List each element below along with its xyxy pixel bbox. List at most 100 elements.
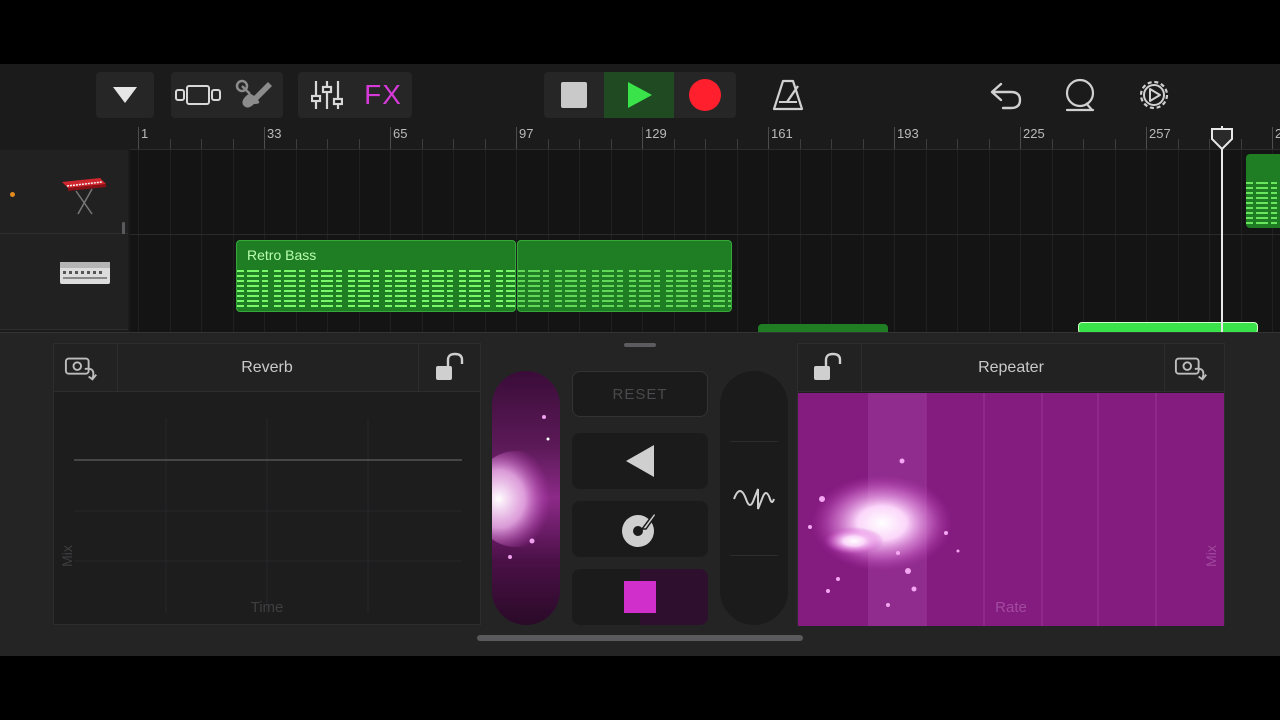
ruler-subtick bbox=[1083, 139, 1084, 149]
instrument-button[interactable] bbox=[227, 72, 283, 118]
fx-right-title: Repeater bbox=[978, 359, 1044, 376]
ruler-subtick bbox=[547, 139, 549, 149]
fx-swap-icon bbox=[1174, 357, 1207, 381]
fx-left-y-axis: Mix bbox=[58, 545, 75, 567]
filter-glow bbox=[492, 415, 560, 559]
track-header-keyboard[interactable] bbox=[0, 150, 128, 234]
fx-button[interactable]: FX bbox=[355, 72, 411, 118]
ruler-tick bbox=[1020, 127, 1021, 149]
ruler-tick bbox=[894, 127, 895, 149]
unlock-icon bbox=[436, 352, 464, 380]
fx-filter-slider[interactable] bbox=[492, 371, 560, 625]
filter-wave-icon bbox=[733, 488, 775, 510]
play-button[interactable] bbox=[604, 72, 674, 118]
lane-grid-line bbox=[957, 150, 958, 332]
mixer-icon bbox=[311, 81, 343, 109]
track-lanes[interactable]: Retro Bass bbox=[130, 150, 1280, 336]
header-divider bbox=[418, 344, 419, 392]
fx-xy-pad-right[interactable]: Mix Rate bbox=[798, 393, 1224, 626]
fx-xy-pad-left[interactable]: Mix Time bbox=[54, 393, 480, 626]
ruler-bar-number: 257 bbox=[1149, 126, 1171, 141]
ruler-subtick bbox=[925, 139, 927, 149]
fx-pad-left: Reverb Mix Time bbox=[53, 343, 481, 625]
lane-grid-line bbox=[138, 150, 139, 332]
lane-grid-line bbox=[201, 150, 202, 332]
lane-divider bbox=[130, 234, 1280, 235]
tracks-view-button[interactable] bbox=[171, 72, 227, 118]
region-retro-bass-loop[interactable] bbox=[517, 240, 732, 312]
ruler-subtick bbox=[358, 139, 360, 149]
scratch-button[interactable] bbox=[572, 501, 708, 557]
region-keyboard[interactable] bbox=[1246, 154, 1280, 228]
lane-grid-line bbox=[1146, 150, 1147, 332]
lane-grid-line bbox=[831, 150, 832, 332]
tracks-area: Retro Bass bbox=[0, 150, 1280, 336]
fx-pad-right-header: Repeater bbox=[798, 344, 1224, 392]
pad-grid bbox=[74, 418, 462, 613]
fx-orbit-slider[interactable] bbox=[720, 371, 788, 625]
ruler-subtick bbox=[327, 139, 328, 149]
stop-icon bbox=[561, 82, 587, 108]
metronome-icon bbox=[772, 79, 804, 111]
lane-grid-line bbox=[1177, 150, 1179, 332]
ruler-bar-number: 129 bbox=[645, 126, 667, 141]
lane-grid-line bbox=[232, 150, 234, 332]
ruler-subtick bbox=[673, 139, 675, 149]
lock-left-button[interactable] bbox=[432, 352, 468, 384]
region-notes bbox=[237, 267, 515, 307]
reset-label: RESET bbox=[612, 385, 668, 403]
lane-grid-line bbox=[768, 150, 769, 332]
fx-right-x-axis: Rate bbox=[995, 599, 1027, 616]
playhead-handle[interactable] bbox=[1211, 128, 1233, 150]
ruler-bar-number: 193 bbox=[897, 126, 919, 141]
stop-button[interactable] bbox=[544, 72, 604, 118]
fx-pad-right: Repeater Mix Rate bbox=[797, 343, 1225, 626]
panel-grabber[interactable] bbox=[624, 343, 656, 347]
mixer-button[interactable] bbox=[299, 72, 355, 118]
control-bar: FX bbox=[0, 64, 1280, 126]
metronome-button[interactable] bbox=[764, 72, 812, 118]
region-retro-bass[interactable]: Retro Bass bbox=[236, 240, 516, 312]
ruler-tick bbox=[264, 127, 265, 149]
gate-stop-icon bbox=[624, 581, 656, 613]
ruler-subtick bbox=[1240, 139, 1242, 149]
panel-scrollbar[interactable] bbox=[477, 635, 803, 641]
mixer-fx-group: FX bbox=[298, 72, 412, 118]
playhead-line bbox=[1221, 126, 1223, 332]
ruler-subtick bbox=[988, 139, 990, 149]
ruler-subtick bbox=[1209, 139, 1210, 149]
reverse-icon bbox=[626, 445, 654, 477]
transport-group bbox=[544, 72, 736, 118]
gate-button[interactable] bbox=[572, 569, 708, 625]
header-divider bbox=[1164, 344, 1165, 392]
ruler-tick bbox=[1146, 127, 1147, 149]
ruler-subtick bbox=[421, 139, 423, 149]
dropdown-triangle-icon bbox=[113, 87, 137, 103]
lane-grid-line bbox=[1240, 150, 1242, 332]
lane-grid-line bbox=[736, 150, 738, 332]
track-header-bass[interactable] bbox=[0, 234, 128, 330]
ruler-subtick bbox=[169, 139, 171, 149]
ruler-tick bbox=[768, 127, 769, 149]
record-button[interactable] bbox=[674, 72, 736, 118]
ruler-bar-number: 28 bbox=[1275, 126, 1280, 141]
timeline-ruler[interactable]: 1 33 65 97 129 161 193 225 257 28 bbox=[130, 126, 1280, 150]
ruler-subtick bbox=[232, 139, 234, 149]
ruler-subtick bbox=[1177, 139, 1179, 149]
repeater-visual bbox=[808, 393, 1157, 626]
ruler-subtick bbox=[579, 139, 580, 149]
reset-button[interactable]: RESET bbox=[572, 371, 708, 417]
ruler-subtick bbox=[705, 139, 706, 149]
undo-button[interactable] bbox=[982, 72, 1030, 118]
track-view-icon bbox=[175, 85, 221, 105]
ruler-tick bbox=[516, 127, 517, 149]
loop-browser-button[interactable] bbox=[1056, 72, 1104, 118]
ruler-subtick bbox=[201, 139, 202, 149]
track-menu-button[interactable] bbox=[96, 72, 154, 118]
ruler-tick bbox=[138, 127, 139, 149]
lane-grid-line bbox=[1083, 150, 1084, 332]
ruler-bar-number: 65 bbox=[393, 126, 408, 141]
fx-select-right-button[interactable] bbox=[1174, 352, 1210, 384]
reverse-button[interactable] bbox=[572, 433, 708, 489]
settings-button[interactable] bbox=[1130, 72, 1178, 118]
